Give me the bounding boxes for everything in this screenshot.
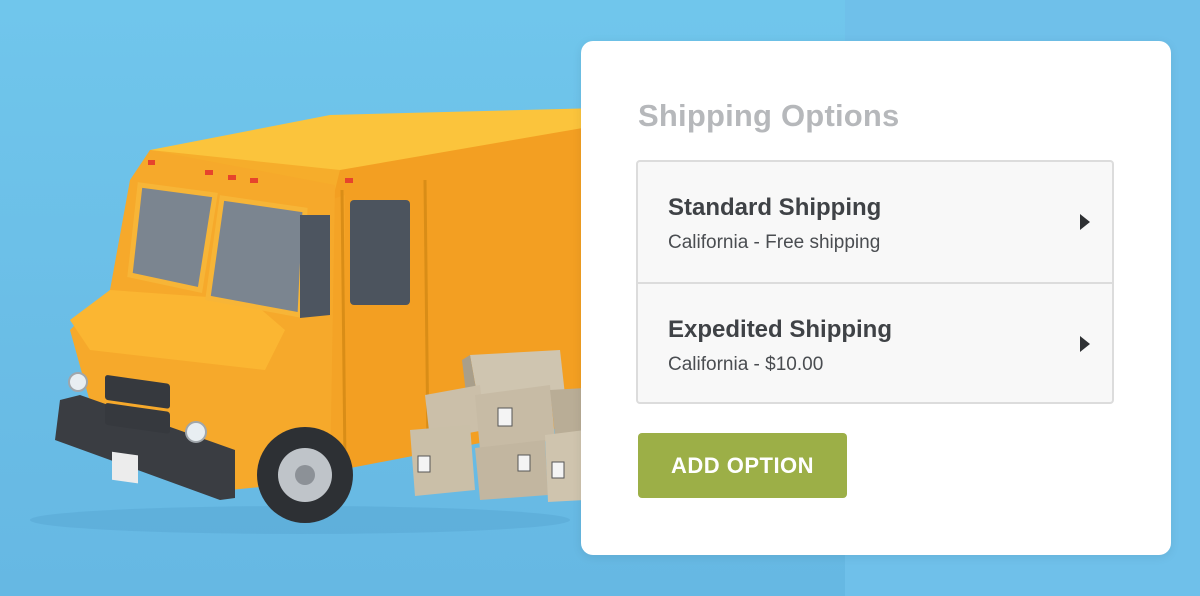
chevron-right-icon: [1080, 214, 1090, 230]
chevron-right-icon: [1080, 336, 1090, 352]
add-option-button[interactable]: ADD OPTION: [638, 433, 847, 498]
shipping-option-expedited[interactable]: Expedited Shipping California - $10.00: [638, 282, 1112, 402]
shipping-options-card: Shipping Options Standard Shipping Calif…: [581, 41, 1171, 555]
card-title: Shipping Options: [638, 98, 900, 133]
option-name: Expedited Shipping: [668, 316, 893, 343]
shipping-option-standard[interactable]: Standard Shipping California - Free ship…: [638, 162, 1112, 282]
option-name: Standard Shipping: [668, 194, 882, 221]
shipping-options-list: Standard Shipping California - Free ship…: [636, 160, 1114, 404]
delivery-van-illustration: [30, 108, 600, 534]
option-description: California - Free shipping: [668, 232, 881, 253]
option-description: California - $10.00: [668, 354, 824, 375]
